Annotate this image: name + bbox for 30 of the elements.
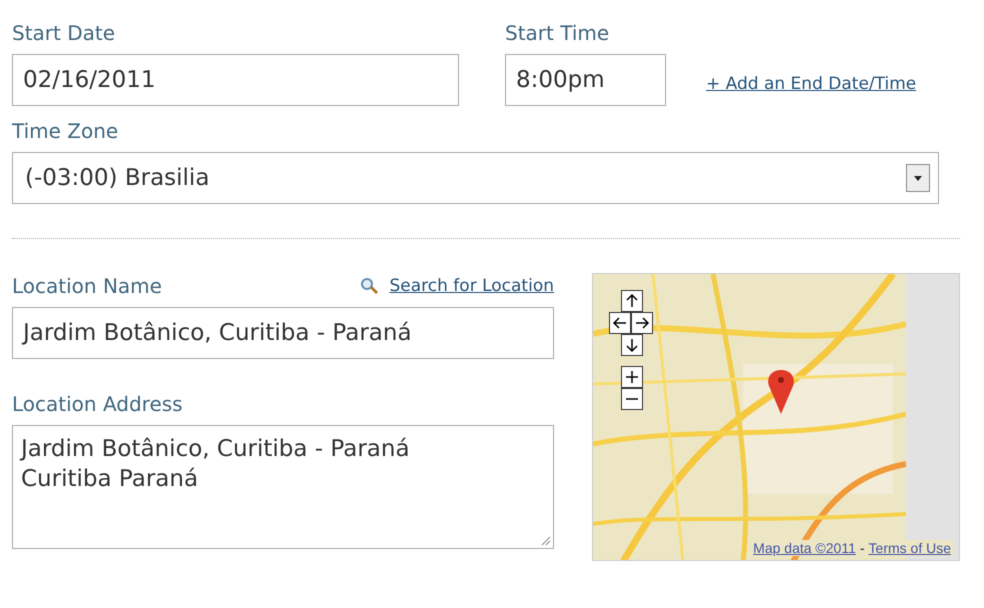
- arrow-up-icon: [624, 293, 640, 309]
- map-data-link[interactable]: Map data ©2011: [753, 540, 856, 556]
- arrow-right-icon: [634, 315, 650, 331]
- arrow-down-icon: [624, 337, 640, 353]
- terms-link[interactable]: Terms of Use: [868, 540, 951, 556]
- field-label: Start Date: [12, 20, 116, 46]
- resize-grip-icon[interactable]: [541, 536, 551, 546]
- pan-right-button[interactable]: [631, 312, 653, 334]
- dropdown-icon: [906, 164, 930, 192]
- search-location-link[interactable]: Search for Location: [390, 276, 554, 296]
- zoom-in-button[interactable]: [621, 366, 643, 388]
- location-name-field[interactable]: Jardim Botânico, Curitiba - Paraná: [12, 307, 554, 359]
- add-end-link[interactable]: + Add an End Date/Time: [706, 74, 916, 94]
- pan-left-button[interactable]: [609, 312, 631, 334]
- minus-icon: [626, 398, 638, 400]
- zoom-out-button[interactable]: [621, 388, 643, 410]
- location-address-field[interactable]: Jardim Botânico, Curitiba - Paraná Curitiba Paraná: [12, 425, 554, 549]
- field-label: Time Zone: [12, 118, 120, 144]
- pan-down-button[interactable]: [621, 334, 643, 356]
- date-field[interactable]: 02/16/2011: [12, 54, 459, 106]
- field-label: Location Name: [12, 273, 163, 299]
- field-label: Start Time: [505, 20, 610, 46]
- pan-up-button[interactable]: [621, 290, 643, 312]
- time-zone-select[interactable]: (-03:00) Brasilia: [12, 152, 939, 204]
- field-label: Location Address: [12, 391, 184, 417]
- separator-text: -: [860, 540, 865, 556]
- search-icon: [360, 277, 380, 295]
- plus-icon: [624, 369, 640, 385]
- arrow-left-icon: [612, 315, 628, 331]
- time-field[interactable]: 8:00pm: [505, 54, 666, 106]
